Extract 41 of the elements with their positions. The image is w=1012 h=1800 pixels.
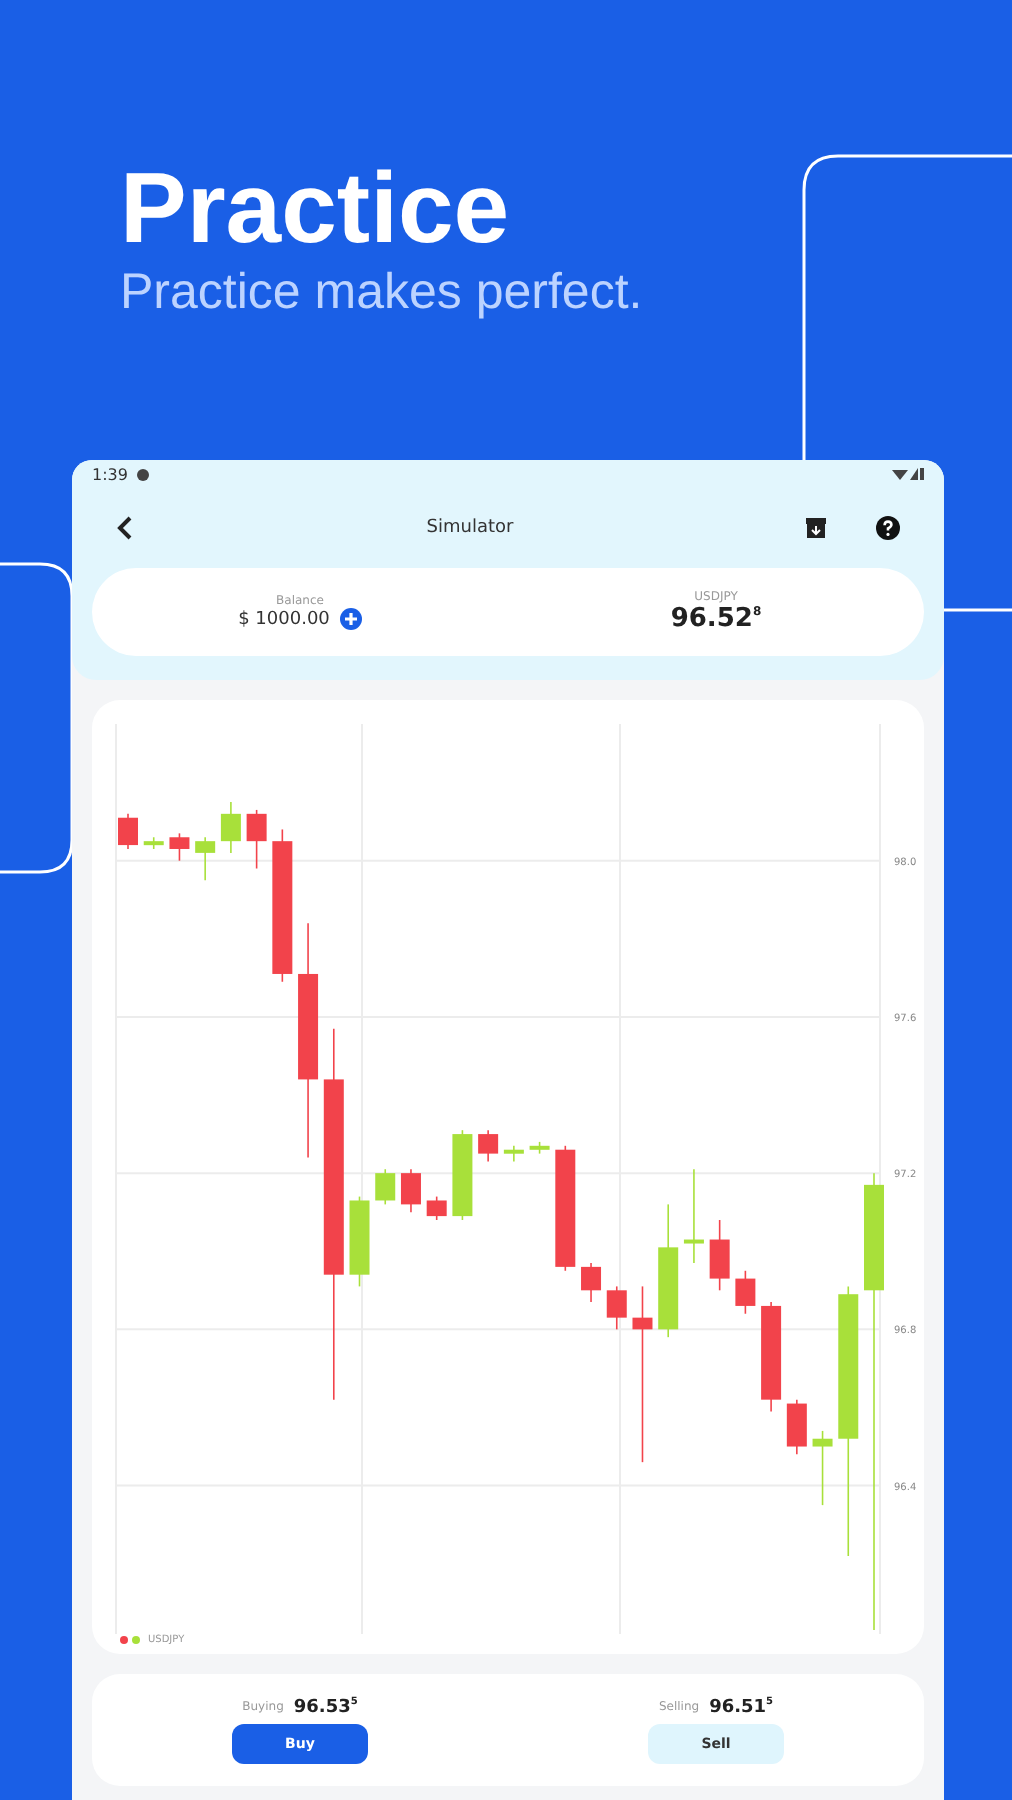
candle	[169, 832, 190, 862]
candle	[581, 1262, 602, 1303]
trade-price: 96.53$^{5}$	[293, 1696, 358, 1718]
candle	[452, 1129, 473, 1221]
candle	[118, 813, 138, 850]
candle	[349, 1195, 370, 1288]
hero-subtitle: Practice makes perfect.	[120, 264, 645, 322]
candle	[529, 1141, 550, 1155]
status-time: 1:39	[92, 465, 128, 483]
hero-title: Practice	[120, 156, 512, 260]
status-icon	[135, 467, 150, 481]
decorative-line	[944, 608, 1012, 612]
candle	[195, 836, 216, 881]
candle	[220, 801, 241, 854]
screen-title: Simulator	[424, 518, 516, 538]
candle	[735, 1270, 756, 1315]
candle	[246, 809, 267, 870]
balance-value: $ 1000.00	[238, 609, 330, 629]
candle	[812, 1430, 833, 1506]
add-icon[interactable]	[339, 608, 362, 630]
candle	[426, 1195, 447, 1221]
help-icon[interactable]	[876, 516, 900, 540]
candle	[683, 1168, 704, 1264]
price-value: 96.52$^{8}$	[670, 604, 762, 634]
archive-icon[interactable]	[804, 516, 828, 540]
candle	[375, 1168, 396, 1206]
candle	[478, 1129, 499, 1163]
candle	[761, 1301, 782, 1413]
trade-price: 96.51$^{5}$	[709, 1696, 774, 1718]
candle	[143, 836, 164, 850]
signal-icon	[892, 466, 924, 482]
legend-dot	[120, 1636, 128, 1644]
back-icon[interactable]	[116, 516, 136, 540]
candle	[400, 1168, 421, 1213]
candle	[503, 1145, 524, 1163]
candle	[786, 1398, 807, 1456]
candle	[555, 1145, 576, 1272]
legend-dot	[132, 1636, 140, 1644]
candle	[658, 1203, 679, 1338]
candle	[709, 1219, 730, 1292]
candle	[606, 1285, 627, 1331]
